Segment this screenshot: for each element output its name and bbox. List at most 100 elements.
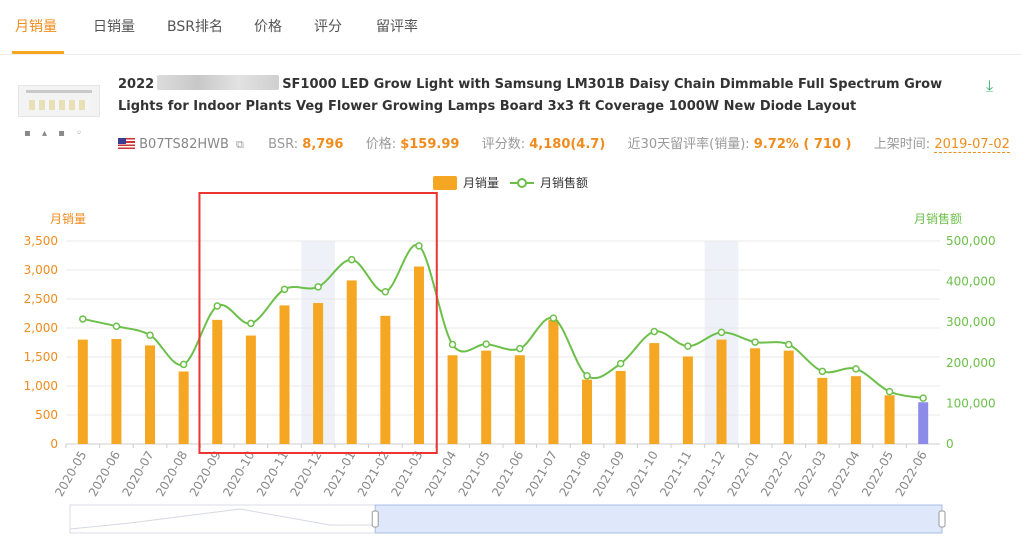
x-tick-label: 2020-12 xyxy=(288,449,325,499)
bar-2021-09[interactable] xyxy=(615,370,626,444)
bar-2021-12[interactable] xyxy=(716,339,727,444)
bar-2022-03[interactable] xyxy=(817,377,828,444)
x-tick-label: 2021-10 xyxy=(624,449,661,499)
bar-2022-05[interactable] xyxy=(884,395,895,444)
x-tick-label: 2022-06 xyxy=(893,449,930,499)
line-point-2020-09[interactable] xyxy=(213,302,222,310)
x-tick-label: 2020-08 xyxy=(153,449,190,499)
line-point-2020-08[interactable] xyxy=(179,360,188,369)
x-tick-label: 2020-05 xyxy=(52,449,89,499)
x-tick-label: 2021-11 xyxy=(657,449,694,499)
line-point-2020-05[interactable] xyxy=(79,315,87,323)
x-tick-label: 2021-07 xyxy=(523,449,560,499)
x-tick-label: 2022-02 xyxy=(758,449,795,499)
line-point-2020-10[interactable] xyxy=(247,319,255,328)
right-axis-title: 月销售额 xyxy=(914,211,962,226)
line-point-2021-08[interactable] xyxy=(583,372,591,380)
x-tick-label: 2022-01 xyxy=(725,449,762,499)
bar-2020-12[interactable] xyxy=(313,303,324,444)
line-point-2021-01[interactable] xyxy=(347,255,356,264)
bar-2021-01[interactable] xyxy=(346,280,357,444)
right-tick-label: 100,000 xyxy=(946,396,996,410)
x-tick-label: 2021-06 xyxy=(489,449,526,499)
line-point-2021-02[interactable] xyxy=(381,288,390,296)
left-tick-label: 1,000 xyxy=(24,379,58,393)
x-tick-label: 2021-01 xyxy=(321,449,358,499)
line-point-2021-10[interactable] xyxy=(650,327,659,336)
right-tick-label: 200,000 xyxy=(946,356,996,370)
left-tick-label: 2,000 xyxy=(24,321,58,335)
legend-line-marker[interactable] xyxy=(517,178,527,188)
x-tick-label: 2020-09 xyxy=(187,449,224,499)
x-tick-label: 2021-04 xyxy=(422,449,459,499)
bar-2022-02[interactable] xyxy=(783,350,794,444)
line-point-2021-06[interactable] xyxy=(516,344,524,353)
legend-bar-label[interactable]: 月销量 xyxy=(463,176,499,190)
x-tick-label: 2020-10 xyxy=(220,449,257,499)
line-point-2021-11[interactable] xyxy=(684,342,692,350)
x-tick-label: 2021-08 xyxy=(556,449,593,499)
sales-amount-line xyxy=(82,244,924,400)
x-tick-label: 2022-03 xyxy=(792,449,829,499)
x-tick-label: 2021-05 xyxy=(456,449,493,499)
bar-2020-07[interactable] xyxy=(145,345,156,444)
x-tick-label: 2021-03 xyxy=(388,449,425,499)
zoom-slider-handle-left[interactable] xyxy=(371,510,379,528)
left-tick-label: 500 xyxy=(35,408,58,422)
bar-2021-06[interactable] xyxy=(514,355,525,444)
bar-2021-08[interactable] xyxy=(582,379,593,444)
bar-2020-05[interactable] xyxy=(77,339,88,444)
left-axis-title: 月销量 xyxy=(50,212,86,226)
x-tick-label: 2021-09 xyxy=(590,449,627,499)
bar-2021-04[interactable] xyxy=(447,355,458,444)
line-point-2021-09[interactable] xyxy=(616,359,625,368)
line-point-2020-12[interactable] xyxy=(314,283,322,291)
left-tick-label: 3,000 xyxy=(24,263,58,277)
right-tick-label: 300,000 xyxy=(946,315,996,329)
line-point-2020-07[interactable] xyxy=(146,331,154,339)
bar-2020-08[interactable] xyxy=(178,371,189,445)
line-point-2022-04[interactable] xyxy=(852,365,860,373)
left-tick-label: 0 xyxy=(50,437,58,451)
bar-2020-11[interactable] xyxy=(279,305,290,444)
line-point-2020-06[interactable] xyxy=(112,322,121,331)
left-tick-label: 3,500 xyxy=(24,234,58,248)
line-point-2020-11[interactable] xyxy=(280,285,289,294)
right-tick-label: 400,000 xyxy=(946,275,996,289)
bar-2021-10[interactable] xyxy=(649,343,660,444)
bar-2021-07[interactable] xyxy=(548,319,559,444)
line-point-2022-06[interactable] xyxy=(919,394,927,402)
x-tick-label: 2021-02 xyxy=(355,449,392,499)
line-point-2021-07[interactable] xyxy=(549,314,558,322)
line-point-2021-04[interactable] xyxy=(448,340,457,349)
bar-2021-03[interactable] xyxy=(413,266,424,444)
line-point-2022-05[interactable] xyxy=(885,387,894,396)
bar-2022-04[interactable] xyxy=(850,376,861,444)
sales-chart: 0 500 1,000 1,500 2,000 2,500 3,000 3,500 0 100,0… xyxy=(24,175,996,534)
right-tick-label: 500,000 xyxy=(946,234,996,248)
x-tick-label: 2022-05 xyxy=(859,449,896,499)
line-point-2022-01[interactable] xyxy=(751,338,759,346)
legend-line-label[interactable]: 月销售额 xyxy=(540,175,588,190)
line-point-2021-03[interactable] xyxy=(415,242,423,250)
x-tick-label: 2020-07 xyxy=(119,449,156,499)
line-point-2022-02[interactable] xyxy=(784,340,793,349)
x-tick-label: 2020-11 xyxy=(254,449,291,499)
bar-2021-11[interactable] xyxy=(682,356,693,444)
line-point-2021-12[interactable] xyxy=(717,328,726,337)
legend-bar-swatch[interactable] xyxy=(433,176,457,190)
right-tick-label: 0 xyxy=(946,437,954,451)
bar-2022-06[interactable] xyxy=(918,402,929,444)
bar-2020-10[interactable] xyxy=(245,335,256,444)
bar-2022-01[interactable] xyxy=(750,348,761,444)
x-tick-label: 2022-04 xyxy=(825,449,862,499)
x-tick-label: 2020-06 xyxy=(86,449,123,499)
bar-2020-06[interactable] xyxy=(111,339,122,444)
bar-2021-05[interactable] xyxy=(481,350,492,444)
line-point-2021-05[interactable] xyxy=(482,340,490,348)
bar-2021-02[interactable] xyxy=(380,315,391,444)
zoom-slider-window[interactable] xyxy=(374,504,943,534)
bar-2020-09[interactable] xyxy=(212,319,223,444)
zoom-slider-handle-right[interactable] xyxy=(938,510,946,528)
line-point-2022-03[interactable] xyxy=(818,367,827,376)
